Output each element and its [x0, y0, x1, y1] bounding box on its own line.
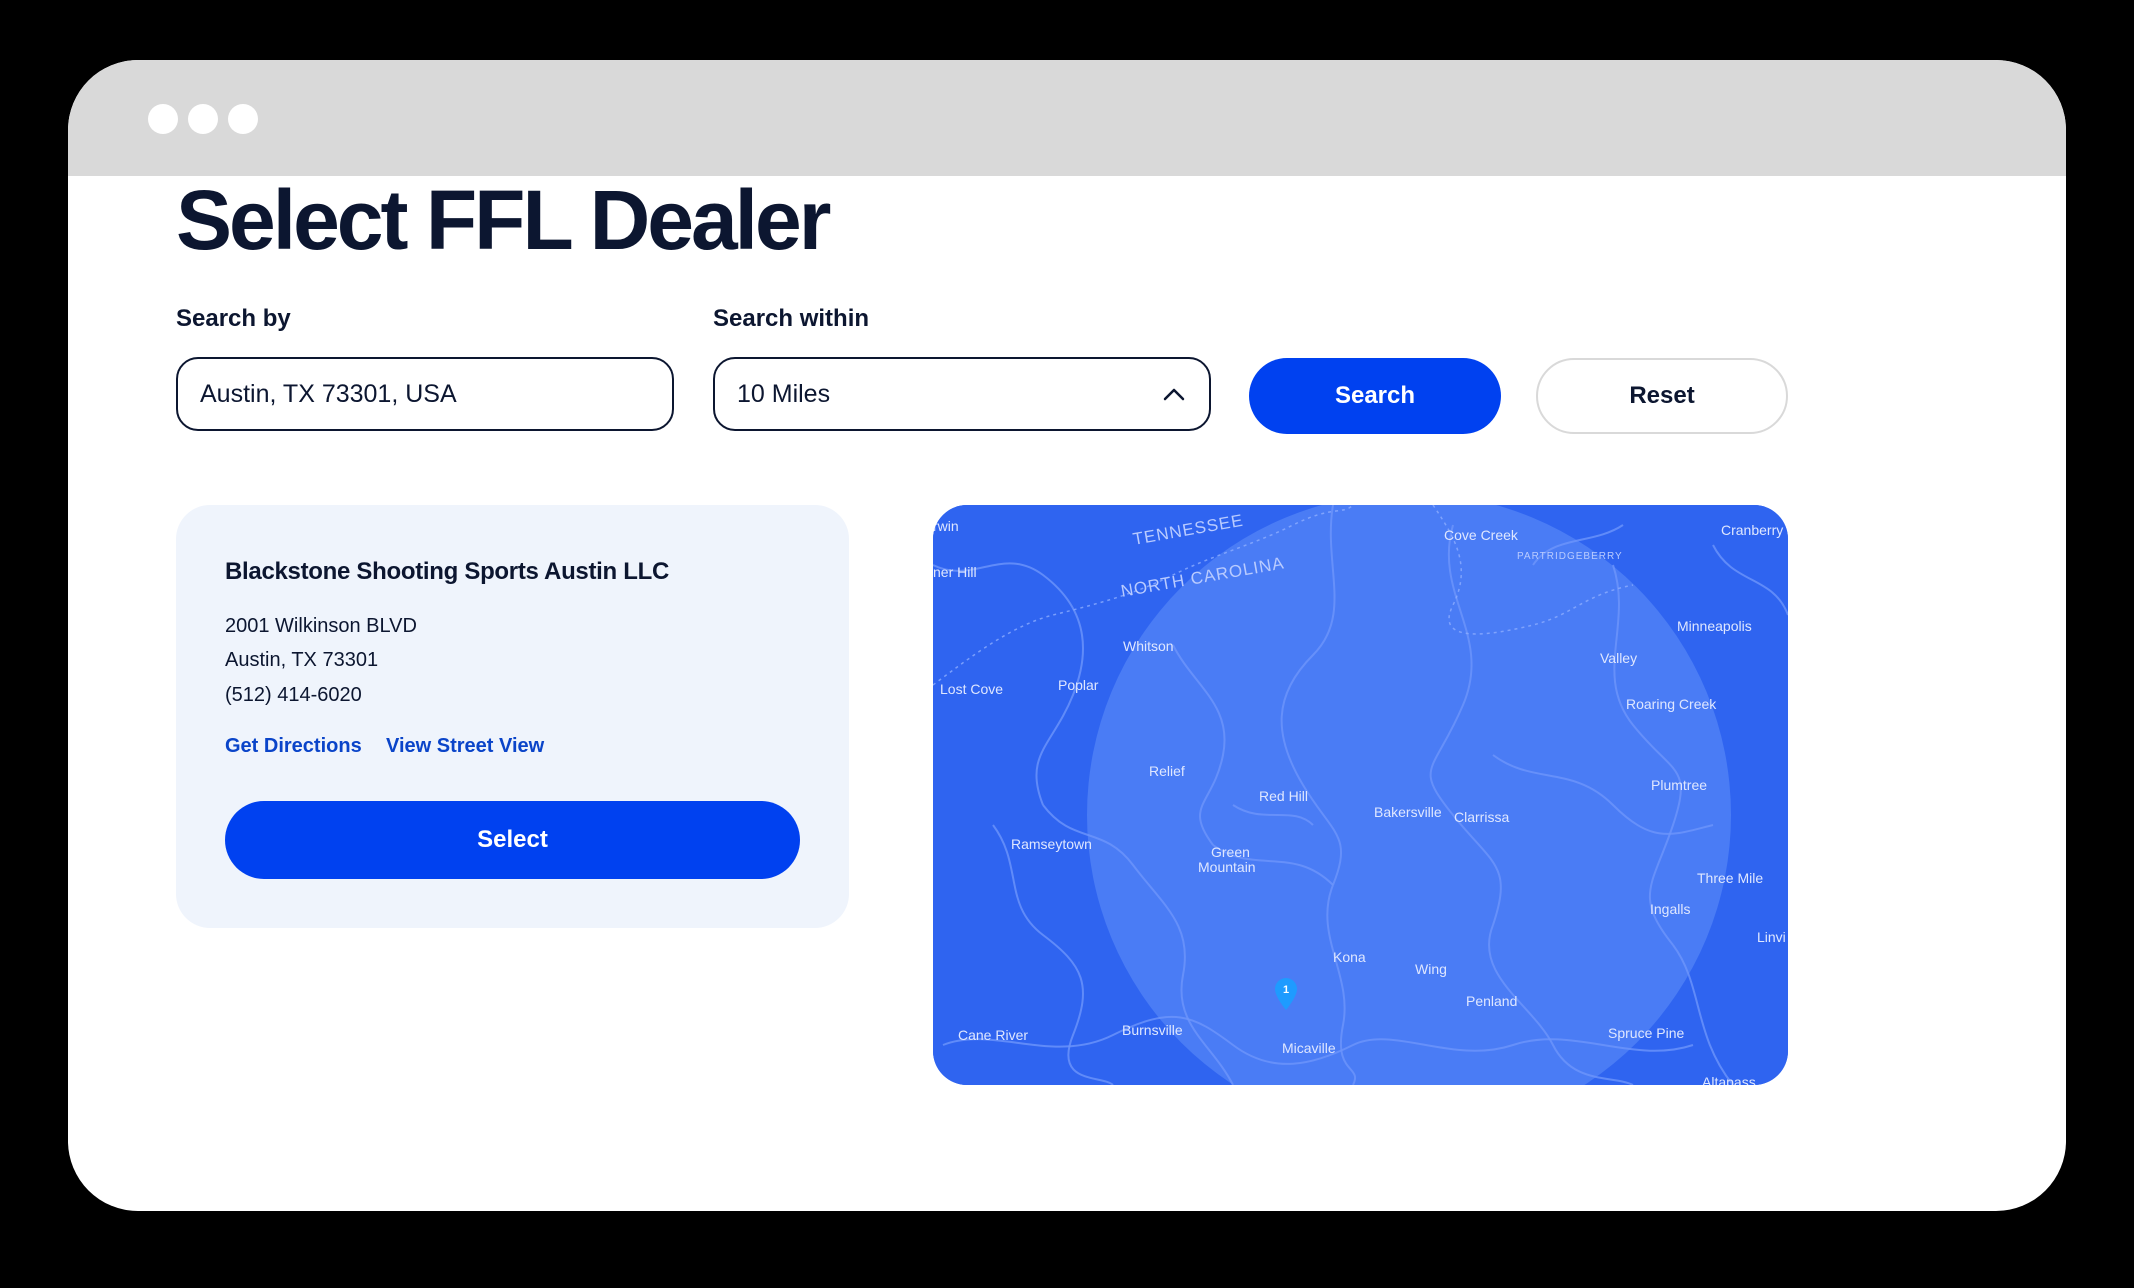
map-place-label: Burnsville	[1122, 1022, 1183, 1038]
search-button[interactable]: Search	[1249, 358, 1501, 434]
map-place-label: Poplar	[1058, 677, 1099, 693]
map-place-label: ner Hill	[933, 564, 977, 580]
page-title: Select FFL Dealer	[176, 173, 831, 267]
map-place-label: Mountain	[1198, 859, 1256, 875]
title-bar	[68, 60, 2066, 176]
reset-button[interactable]: Reset	[1536, 358, 1788, 434]
map-place-label: Bakersville	[1374, 804, 1442, 820]
search-within-label: Search within	[713, 305, 870, 332]
map-place-label: Linvi	[1757, 929, 1786, 945]
map-place-label: Clarrissa	[1454, 809, 1510, 825]
search-by-label: Search by	[176, 305, 291, 332]
dealer-card: Blackstone Shooting Sports Austin LLC 20…	[176, 505, 849, 928]
map-place-label: Spruce Pine	[1608, 1025, 1685, 1041]
map-place-label: rwin	[933, 518, 959, 534]
map-place-label: Three Mile	[1697, 870, 1764, 886]
map-place-label: Ingalls	[1650, 901, 1691, 917]
search-by-input[interactable]	[176, 357, 674, 431]
map-place-label: Cranberry	[1721, 522, 1784, 538]
map-place-label: Whitson	[1123, 638, 1174, 654]
search-within-select[interactable]: 10 Miles	[713, 357, 1211, 431]
dealer-address-line1: 2001 Wilkinson BLVD	[225, 615, 417, 637]
dealer-map[interactable]: rwin TENNESSEE Cove Creek Cranberry PART…	[933, 505, 1788, 1085]
map-place-label: Green	[1211, 844, 1250, 860]
map-place-label: Red Hill	[1259, 788, 1309, 804]
map-place-label: Relief	[1149, 763, 1185, 779]
window-dot-icon[interactable]	[188, 104, 218, 134]
map-place-label: Cove Creek	[1444, 527, 1518, 543]
dealer-phone: (512) 414-6020	[225, 684, 362, 706]
map-place-label: Altapass	[1702, 1074, 1756, 1085]
map-pin-label: 1	[1283, 984, 1289, 996]
map-place-label: Lost Cove	[940, 681, 1004, 697]
map-pin-icon[interactable]: 1	[1273, 977, 1299, 1011]
chevron-up-icon	[1161, 381, 1187, 407]
map-place-label: Cane River	[958, 1027, 1029, 1043]
map-place-label: Ramseytown	[1011, 836, 1092, 852]
window-dot-icon[interactable]	[148, 104, 178, 134]
map-place-label: Plumtree	[1651, 777, 1708, 793]
map-place-label: Penland	[1466, 993, 1518, 1009]
map-place-label: Valley	[1600, 650, 1638, 666]
dealer-name: Blackstone Shooting Sports Austin LLC	[225, 558, 670, 585]
map-place-label: Micaville	[1282, 1040, 1336, 1056]
map-terrain	[933, 505, 1788, 1085]
map-place-label: Roaring Creek	[1626, 696, 1717, 712]
search-within-value: 10 Miles	[737, 379, 831, 408]
dealer-address-line2: Austin, TX 73301	[225, 649, 379, 671]
select-dealer-button[interactable]: Select	[225, 801, 800, 879]
window-dot-icon[interactable]	[228, 104, 258, 134]
view-street-view-link[interactable]: View Street View	[386, 735, 544, 758]
map-place-label: Wing	[1415, 961, 1447, 977]
map-place-label: Kona	[1333, 949, 1366, 965]
map-place-label: Minneapolis	[1677, 618, 1752, 634]
get-directions-link[interactable]: Get Directions	[225, 735, 362, 758]
map-place-label: PARTRIDGEBERRY	[1517, 551, 1623, 562]
